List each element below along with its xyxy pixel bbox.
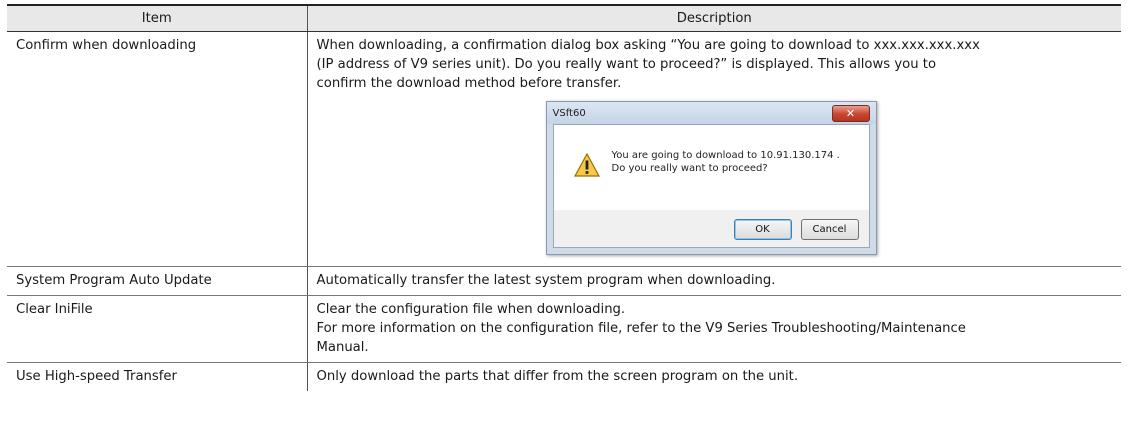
description-line: confirm the download method before trans…: [316, 76, 622, 91]
row-item: Confirm when downloading: [7, 31, 307, 267]
description-line: Automatically transfer the latest system…: [316, 273, 776, 288]
table-row: Confirm when downloading When downloadin…: [7, 31, 1121, 267]
warning-icon: [573, 153, 600, 177]
settings-table: Item Description Confirm when downloadin…: [7, 4, 1121, 391]
ok-button[interactable]: OK: [733, 219, 792, 240]
row-description: Clear the configuration file when downlo…: [306, 295, 1121, 363]
header-description: Description: [306, 4, 1121, 32]
dialog-body: You are going to download to 10.91.130.1…: [552, 124, 870, 248]
row-description: When downloading, a confirmation dialog …: [306, 31, 1121, 267]
dialog-title: VSft60: [552, 108, 586, 119]
row-description: Automatically transfer the latest system…: [306, 266, 1121, 296]
row-item: Use High-speed Transfer: [16, 369, 177, 384]
table-row: Clear IniFile Clear the configuration fi…: [7, 295, 1121, 363]
row-item: Clear IniFile: [7, 295, 307, 363]
dialog-titlebar: VSft60 ✕: [546, 102, 876, 124]
description-line: For more information on the configuratio…: [316, 321, 966, 336]
table-row: Use High-speed Transfer Only download th…: [7, 362, 1121, 391]
dialog-message-line: Do you really want to proceed?: [611, 163, 768, 174]
row-description: Only download the parts that differ from…: [306, 362, 1121, 391]
description-line: When downloading, a confirmation dialog …: [316, 38, 980, 53]
description-line: Clear the configuration file when downlo…: [316, 302, 626, 317]
description-line: (IP address of V9 series unit). Do you r…: [316, 57, 937, 72]
table-row: System Program Auto Update Automatically…: [7, 266, 1121, 296]
table-header-row: Item Description: [7, 4, 1121, 32]
header-item: Item: [7, 4, 307, 32]
close-icon[interactable]: ✕: [831, 105, 870, 122]
description-line: Only download the parts that differ from…: [316, 369, 799, 384]
row-item: System Program Auto Update: [7, 266, 307, 296]
dialog-message-line: You are going to download to 10.91.130.1…: [611, 150, 840, 161]
cancel-button[interactable]: Cancel: [800, 219, 859, 240]
description-line: Manual.: [316, 340, 369, 355]
confirm-dialog: VSft60 ✕ You are going to download to 10…: [545, 101, 877, 255]
dialog-content: You are going to download to 10.91.130.1…: [553, 125, 869, 210]
dialog-illustration: VSft60 ✕ You are going to download to 10…: [317, 93, 1113, 261]
dialog-message: You are going to download to 10.91.130.1…: [612, 149, 840, 175]
